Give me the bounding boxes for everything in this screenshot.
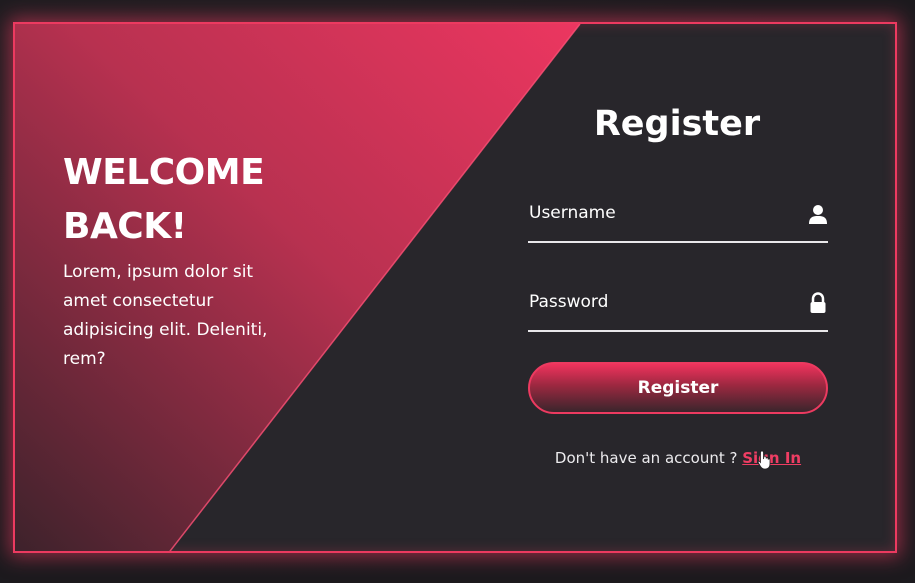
hand-cursor-icon [757,450,771,470]
auth-card: WELCOME BACK! Lorem, ipsum dolor sit ame… [13,22,897,553]
password-placeholder: Password [529,292,609,312]
username-placeholder: Username [529,203,616,223]
register-button[interactable]: Register [528,362,828,414]
welcome-heading: WELCOME BACK! [63,146,303,254]
welcome-description: Lorem, ipsum dolor sit amet consectetur … [63,262,268,369]
signin-prompt: Don't have an account ? Sign In [528,449,828,467]
welcome-section: WELCOME BACK! Lorem, ipsum dolor sit ame… [63,146,303,374]
username-field[interactable]: Username [528,201,828,243]
welcome-heading-line2: BACK! [63,206,187,247]
user-icon [809,205,827,224]
password-field[interactable]: Password [528,290,828,332]
welcome-heading-line1: WELCOME [63,152,265,193]
lock-icon [810,292,826,313]
page-background: WELCOME BACK! Lorem, ipsum dolor sit ame… [0,0,915,583]
form-title: Register [593,104,761,144]
signin-prompt-text: Don't have an account ? [554,449,738,467]
